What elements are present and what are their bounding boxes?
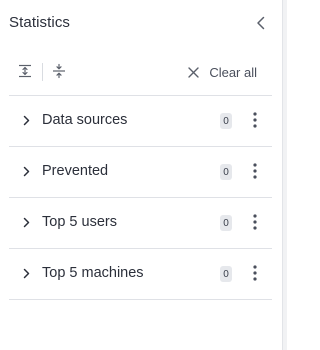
panel-title: Statistics (9, 14, 71, 31)
chevron-right-icon (20, 215, 32, 229)
list-item-label: Data sources (42, 112, 128, 128)
toolbar-divider (42, 63, 43, 81)
panel-header: Statistics (0, 0, 282, 46)
close-icon (188, 66, 200, 78)
kebab-menu-icon[interactable] (247, 159, 263, 183)
count-badge: 0 (220, 164, 232, 180)
count-badge: 0 (220, 266, 232, 282)
chevron-right-icon (20, 266, 32, 280)
list-item-label: Top 5 machines (42, 265, 144, 281)
expand-all-icon (19, 64, 31, 78)
clear-all-button[interactable]: Clear all (188, 62, 257, 82)
collapse-all-button[interactable] (47, 59, 71, 83)
statistics-panel: Statistics Clear all Data sources 0 Prev… (0, 0, 282, 350)
chevron-left-icon (257, 16, 265, 30)
kebab-menu-icon[interactable] (247, 261, 263, 285)
list-item-label: Prevented (42, 163, 109, 179)
kebab-menu-icon[interactable] (247, 108, 263, 132)
expand-all-button[interactable] (13, 59, 37, 83)
list-item-top-5-machines[interactable]: Top 5 machines 0 (9, 248, 272, 299)
statistics-list: Data sources 0 Prevented 0 Top 5 users 0 (9, 95, 272, 300)
count-badge: 0 (220, 215, 232, 231)
count-badge: 0 (220, 113, 232, 129)
chevron-right-icon (20, 113, 32, 127)
collapse-panel-button[interactable] (250, 12, 272, 34)
clear-all-label: Clear all (209, 64, 257, 80)
chevron-right-icon (20, 164, 32, 178)
panel-toolbar: Clear all (0, 56, 282, 86)
list-item-prevented[interactable]: Prevented 0 (9, 146, 272, 197)
list-item-top-5-users[interactable]: Top 5 users 0 (9, 197, 272, 248)
list-item-data-sources[interactable]: Data sources 0 (9, 95, 272, 146)
kebab-menu-icon[interactable] (247, 210, 263, 234)
collapse-all-icon (53, 63, 65, 79)
list-item-label: Top 5 users (42, 214, 117, 230)
list-divider (9, 299, 272, 300)
panel-resize-edge[interactable] (282, 0, 287, 350)
